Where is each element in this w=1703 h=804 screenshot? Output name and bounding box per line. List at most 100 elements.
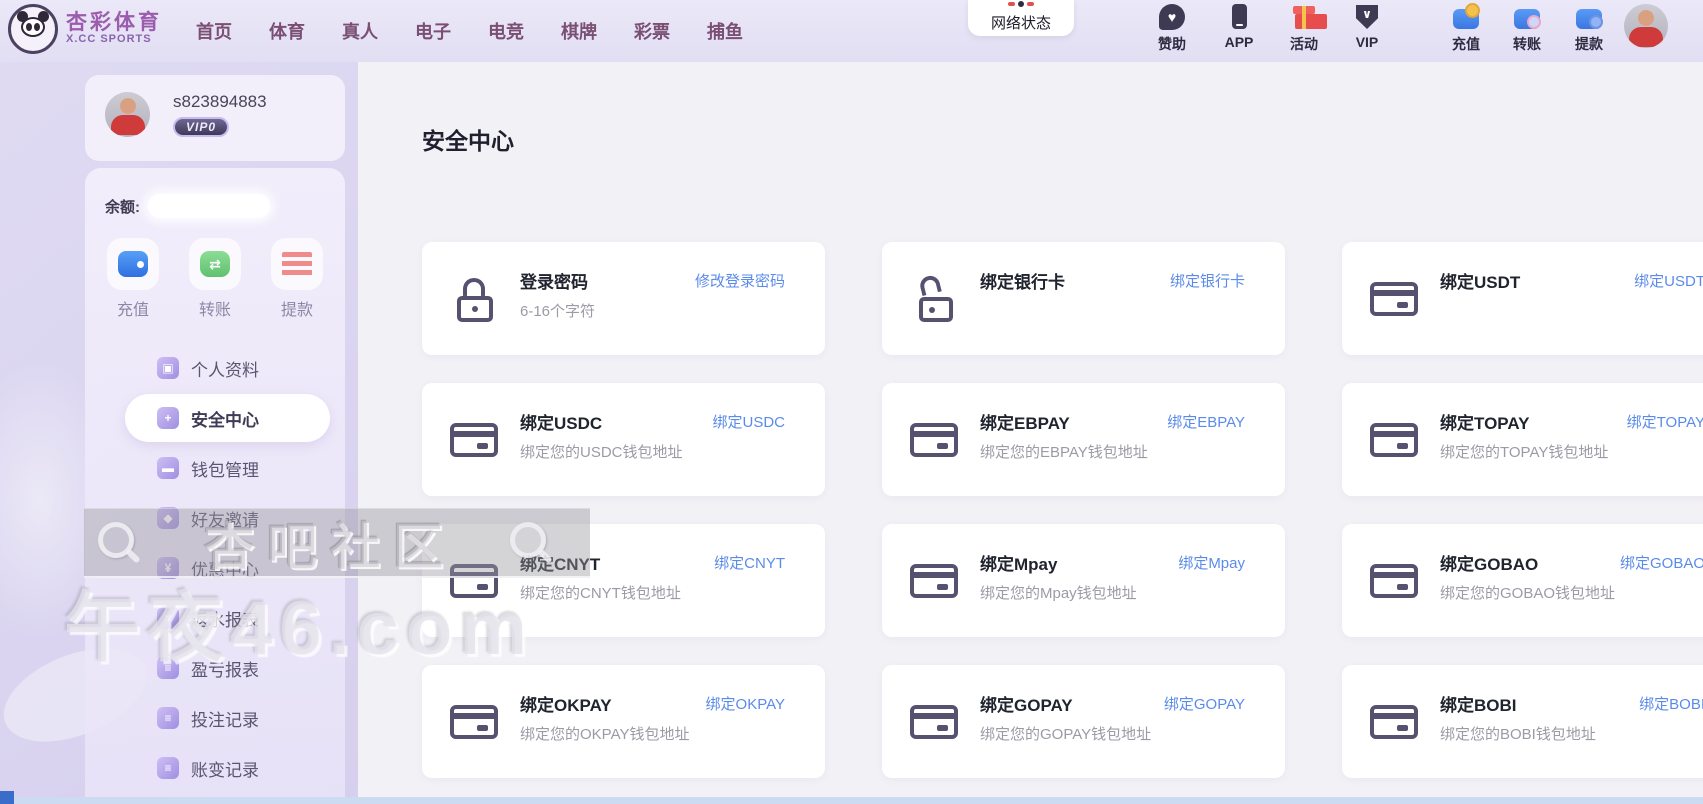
vip-icon (1353, 3, 1381, 31)
sidebar-item-个人资料[interactable]: ▣个人资料 (125, 344, 330, 392)
brand-subtitle: X.CC SPORTS (66, 34, 162, 46)
nav-link-8[interactable]: 捕鱼 (707, 18, 743, 44)
user-avatar[interactable] (1624, 4, 1668, 48)
nav-link-2[interactable]: 体育 (269, 18, 305, 44)
wallet-action-提款[interactable]: 提款 (271, 238, 323, 320)
quick-action-label: APP (1209, 34, 1269, 50)
app-icon (1225, 3, 1253, 31)
bank-card-icon (910, 564, 958, 598)
card-title: 绑定GOPAY (980, 691, 1073, 716)
card-title: 绑定BOBI (1440, 691, 1517, 716)
transfer-wallet-icon (1513, 3, 1541, 31)
bank-card-icon (450, 705, 498, 739)
deposit-icon (118, 251, 148, 277)
sidebar-item-投注记录[interactable]: ≡投注记录 (125, 694, 330, 742)
quick-action-label: VIP (1337, 34, 1397, 50)
card-action-link[interactable]: 绑定EBPAY (1167, 411, 1245, 432)
wallet-action-label: 转账 (189, 296, 241, 320)
wallet-action-转账[interactable]: ⇄转账 (189, 238, 241, 320)
network-status-chip[interactable]: 网络状态 (968, 0, 1074, 36)
watermark-domain-text: 午夜46.com (64, 566, 534, 676)
card-title: 登录密码 (520, 268, 588, 293)
sidebar-user-card: s823894883 VIP0 (85, 75, 345, 161)
security-card-绑定USDC: 绑定USDC 绑定您的USDC钱包地址 绑定USDC (422, 383, 825, 496)
panda-logo-icon (8, 4, 58, 54)
quick-action-label: 转账 (1497, 34, 1557, 54)
card-action-link[interactable]: 绑定USDC (712, 411, 785, 432)
nav-link-7[interactable]: 彩票 (634, 18, 670, 44)
card-subtitle: 绑定您的Mpay钱包地址 (980, 582, 1137, 603)
nav-link-1[interactable]: 首页 (196, 18, 232, 44)
card-action-link[interactable]: 绑定CNYT (714, 552, 785, 573)
card-subtitle: 绑定您的TOPAY钱包地址 (1440, 441, 1608, 462)
sidebar-item-label: 安全中心 (191, 406, 259, 431)
lock-icon (454, 275, 502, 323)
bank-card-icon (450, 423, 498, 457)
sidebar-item-label: 钱包管理 (191, 456, 259, 481)
card-action-link[interactable]: 绑定BOBI (1639, 693, 1703, 714)
balance-value-redacted (148, 194, 270, 218)
card-subtitle: 绑定您的OKPAY钱包地址 (520, 723, 689, 744)
card-action-link[interactable]: 绑定TOPAY (1627, 411, 1703, 432)
profile-icon: ▣ (157, 357, 179, 379)
quick-action-转账[interactable]: 转账 (1497, 3, 1557, 54)
deposit-wallet-icon (1452, 3, 1480, 31)
wallet-action-label: 充值 (107, 296, 159, 320)
security-card-绑定Mpay: 绑定Mpay 绑定您的Mpay钱包地址 绑定Mpay (882, 524, 1285, 637)
nav-link-4[interactable]: 电子 (415, 18, 451, 44)
card-subtitle: 绑定您的CNYT钱包地址 (520, 582, 681, 603)
card-action-link[interactable]: 绑定GOBAO (1620, 552, 1703, 573)
sidebar: 余额: 充值⇄转账提款 ▣个人资料+安全中心▬钱包管理◆好友邀请¥优惠中心▼返水… (85, 168, 345, 804)
wallet-actions: 充值 ⇄转账提款 (85, 238, 345, 320)
security-card-绑定OKPAY: 绑定OKPAY 绑定您的OKPAY钱包地址 绑定OKPAY (422, 665, 825, 778)
security-cards-grid: 登录密码 6-16个字符 修改登录密码 绑定银行卡 绑定银行卡 绑定USDT 绑… (422, 242, 1703, 778)
card-action-link[interactable]: 绑定OKPAY (706, 693, 785, 714)
wallet-action-充值[interactable]: 充值 (107, 238, 159, 320)
sidebar-item-钱包管理[interactable]: ▬ 钱包管理 (125, 444, 330, 492)
sidebar-avatar[interactable] (105, 92, 150, 137)
sidebar-item-label: 账变记录 (191, 756, 259, 781)
bank-card-icon (1370, 282, 1418, 316)
promotions-gift-icon (1290, 3, 1318, 31)
nav-link-3[interactable]: 真人 (342, 18, 378, 44)
wallet-icon: ▬ (157, 457, 179, 479)
quick-action-提款[interactable]: 提款 (1559, 3, 1619, 54)
quick-action-VIP[interactable]: VIP (1337, 3, 1397, 50)
security-card-登录密码: 登录密码 6-16个字符 修改登录密码 (422, 242, 825, 355)
quick-action-label: 充值 (1436, 34, 1496, 54)
card-title: 绑定银行卡 (980, 268, 1065, 293)
card-action-link[interactable]: 绑定银行卡 (1170, 270, 1245, 291)
nav-link-6[interactable]: 棋牌 (561, 18, 597, 44)
card-title: 绑定Mpay (980, 550, 1057, 575)
quick-action-APP[interactable]: APP (1209, 3, 1269, 50)
card-action-link[interactable]: 修改登录密码 (695, 270, 785, 291)
card-title: 绑定TOPAY (1440, 409, 1529, 434)
card-action-link[interactable]: 绑定GOPAY (1164, 693, 1245, 714)
quick-action-label: 赞助 (1142, 34, 1202, 54)
main-nav: 首页 体育 真人 电子 电竞 棋牌 彩票 捕鱼 (196, 0, 743, 62)
card-action-link[interactable]: 绑定USDT (1634, 270, 1703, 291)
quick-action-赞助[interactable]: 赞助 (1142, 3, 1202, 54)
withdraw-icon (282, 252, 312, 276)
page: 杏彩体育 X.CC SPORTS 首页 体育 真人 电子 电竞 棋牌 彩票 捕鱼 网络状态 赞… (0, 0, 1703, 804)
security-card-绑定USDT: 绑定USDT 绑定USDT (1342, 242, 1703, 355)
magnifier-icon (98, 522, 140, 564)
quick-action-活动[interactable]: 活动 (1274, 3, 1334, 54)
brand-logo[interactable]: 杏彩体育 X.CC SPORTS (8, 4, 162, 54)
card-title: 绑定EBPAY (980, 409, 1070, 434)
magnifier-icon (510, 522, 552, 564)
card-action-link[interactable]: 绑定Mpay (1178, 552, 1245, 573)
sidebar-item-安全中心[interactable]: +安全中心 (125, 394, 330, 442)
nav-link-5[interactable]: 电竞 (488, 18, 524, 44)
security-card-绑定EBPAY: 绑定EBPAY 绑定您的EBPAY钱包地址 绑定EBPAY (882, 383, 1285, 496)
wallet-action-label: 提款 (271, 296, 323, 320)
card-title: 绑定USDC (520, 409, 602, 434)
network-status-label: 网络状态 (968, 12, 1074, 33)
card-title: 绑定GOBAO (1440, 550, 1538, 575)
quick-action-充值[interactable]: 充值 (1436, 3, 1496, 54)
sidebar-item-账变记录[interactable]: ≡账变记录 (125, 744, 330, 792)
balance-label: 余额: (105, 196, 140, 217)
card-subtitle: 绑定您的GOPAY钱包地址 (980, 723, 1151, 744)
main-content: 安全中心 登录密码 6-16个字符 修改登录密码 绑定银行卡 绑定银行卡 绑定U… (358, 62, 1703, 804)
sponsor-icon (1158, 3, 1186, 31)
